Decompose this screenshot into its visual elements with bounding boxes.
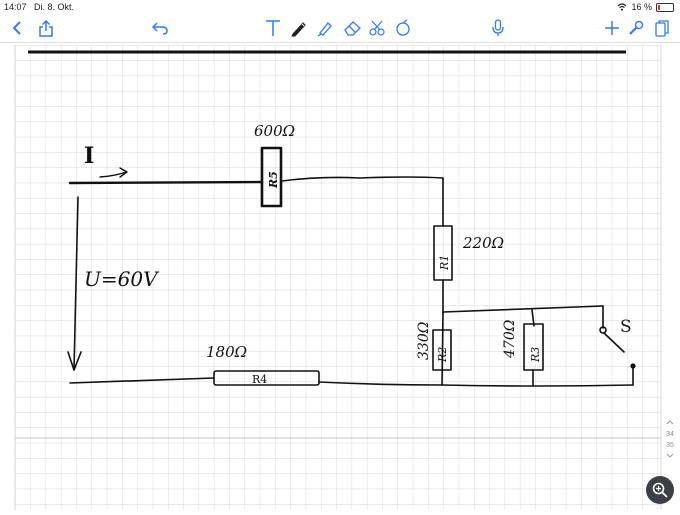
text-tool-icon[interactable] — [262, 14, 284, 42]
zoom-button[interactable] — [646, 476, 674, 504]
highlighter-tool-icon[interactable] — [314, 14, 336, 42]
voltage-label: U=60V — [84, 267, 160, 291]
r4-label: R4 — [252, 373, 267, 386]
page-number: 35 — [666, 442, 674, 449]
current-label: I — [84, 143, 94, 169]
status-time: 14:07 — [4, 2, 27, 12]
r2-label: R2 — [436, 347, 449, 363]
status-right: 16 % — [617, 2, 674, 12]
status-date: Di. 8. Okt. — [34, 2, 75, 12]
back-icon[interactable] — [8, 14, 26, 42]
settings-icon[interactable] — [626, 14, 646, 42]
battery-icon — [656, 2, 674, 12]
chevron-up-icon — [666, 420, 674, 425]
add-icon[interactable] — [602, 14, 622, 42]
lasso-tool-icon[interactable] — [366, 14, 388, 42]
status-time-date: 14:07 Di. 8. Okt. — [4, 2, 74, 12]
r1-value: 220Ω — [462, 234, 504, 252]
pages-icon[interactable] — [652, 14, 672, 42]
note-canvas[interactable]: I 600Ω R5 U=60V 220Ω R1 330Ω R2 470Ω R3 … — [0, 43, 680, 510]
top-left-wire — [68, 180, 264, 185]
switch-label: S — [620, 317, 632, 337]
grid-and-sketch: I 600Ω R5 U=60V 220Ω R1 330Ω R2 470Ω R3 … — [14, 45, 662, 510]
r3-label: R3 — [529, 347, 542, 363]
zoom-in-icon — [652, 482, 668, 498]
wifi-icon — [618, 3, 627, 11]
page-indicator[interactable]: 34 35 — [664, 418, 676, 462]
battery-percent: 16 % — [631, 2, 652, 12]
image-tool-icon[interactable] — [392, 14, 414, 42]
toolbar — [0, 14, 680, 43]
resistor-top-label: R5 — [267, 171, 280, 189]
status-bar: 14:07 Di. 8. Okt. 16 % — [0, 0, 680, 14]
r4-value: 180Ω — [206, 343, 247, 361]
undo-icon[interactable] — [150, 14, 170, 42]
eraser-tool-icon[interactable] — [340, 14, 364, 42]
chevron-down-icon — [666, 453, 674, 458]
r1-label: R1 — [438, 255, 451, 271]
microphone-icon[interactable] — [488, 14, 508, 42]
r3-value: 470Ω — [502, 319, 518, 359]
pen-tool-icon[interactable] — [288, 14, 310, 42]
page-number: 34 — [666, 431, 674, 438]
share-icon[interactable] — [36, 14, 56, 42]
r2-value: 330Ω — [416, 321, 432, 360]
resistor-top-value: 600Ω — [254, 122, 295, 140]
heading-underline — [27, 50, 627, 54]
